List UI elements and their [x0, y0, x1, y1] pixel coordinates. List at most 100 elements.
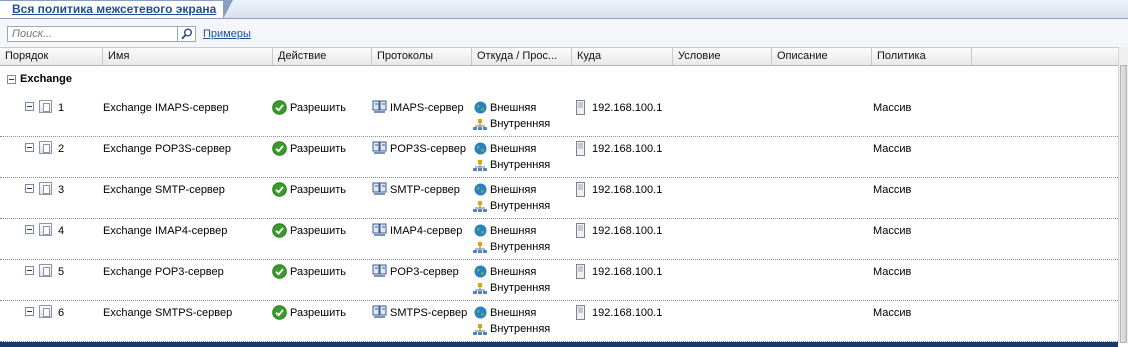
- globe-icon: [474, 101, 487, 117]
- rule-from-external: Внешняя: [490, 184, 537, 196]
- column-header-order[interactable]: Порядок: [0, 48, 103, 65]
- search-bar: Примеры: [0, 19, 1128, 47]
- rule-action: Разрешить: [290, 225, 346, 237]
- rule-policy: Массив: [873, 225, 912, 237]
- collapse-icon[interactable]: [25, 143, 34, 152]
- rule-policy: Массив: [873, 143, 912, 155]
- rule-action: Разрешить: [290, 266, 346, 278]
- table-row[interactable]: 5 Exchange POP3-сервер Разрешить POP3-серве…: [0, 259, 1118, 301]
- table-row[interactable]: 1 Exchange IMAPS-сервер Разрешить IMAPS-сер…: [0, 95, 1118, 137]
- rule-name: Exchange SMTPS-сервер: [103, 307, 233, 319]
- network-icon: [473, 283, 487, 298]
- protocol-icon: [372, 182, 388, 199]
- rule-from-internal: Внутренняя: [490, 282, 551, 294]
- column-header-name[interactable]: Имя: [103, 48, 273, 65]
- collapse-icon[interactable]: [25, 184, 34, 193]
- column-header-protocols[interactable]: Протоколы: [372, 48, 472, 65]
- examples-link[interactable]: Примеры: [203, 28, 251, 40]
- rule-action: Разрешить: [290, 102, 346, 114]
- rule-protocol: SMTPS-сервер: [390, 307, 468, 319]
- rule-document-icon: [39, 264, 52, 277]
- tab-firewall-policy[interactable]: Вся политика межсетевого экрана: [0, 0, 233, 19]
- network-icon: [473, 324, 487, 339]
- network-icon: [473, 119, 487, 134]
- rule-policy: Массив: [873, 102, 912, 114]
- rule-from-internal: Внутренняя: [490, 323, 551, 335]
- table-row[interactable]: 3 Exchange SMTP-сервер Разрешить SMTP-серве…: [0, 177, 1118, 219]
- table-row[interactable]: 6 Exchange SMTPS-сервер Разрешить SMTPS-сер…: [0, 300, 1118, 342]
- search-button[interactable]: [177, 26, 196, 42]
- group-row-exchange[interactable]: Exchange: [0, 72, 1118, 88]
- magnifier-icon: [181, 28, 192, 40]
- server-icon: [576, 305, 585, 323]
- rule-order: 6: [58, 307, 65, 319]
- rule-action: Разрешить: [290, 184, 346, 196]
- rule-document-icon: [39, 182, 52, 195]
- server-icon: [576, 141, 585, 159]
- rule-policy: Массив: [873, 184, 912, 196]
- collapse-icon[interactable]: [25, 307, 34, 316]
- rule-from-external: Внешняя: [490, 266, 537, 278]
- rule-protocol: IMAP4-сервер: [390, 225, 463, 237]
- tab-firewall-policy-label[interactable]: Вся политика межсетевого экрана: [12, 2, 216, 16]
- bottom-border: [0, 342, 1118, 347]
- group-title: Exchange: [20, 73, 72, 85]
- rule-from-internal: Внутренняя: [490, 200, 551, 212]
- rule-to: 192.168.100.1: [592, 102, 663, 114]
- rule-order: 4: [58, 225, 65, 237]
- rule-protocol: POP3-сервер: [390, 266, 459, 278]
- protocol-icon: [372, 223, 388, 240]
- scrollbar-thumb[interactable]: [1120, 65, 1127, 343]
- column-header-policy[interactable]: Политика: [872, 48, 972, 65]
- protocol-icon: [372, 264, 388, 281]
- green-check-icon: [272, 223, 287, 241]
- rule-name: Exchange SMTP-сервер: [103, 184, 225, 196]
- rule-order: 2: [58, 143, 65, 155]
- rule-document-icon: [39, 305, 52, 318]
- server-icon: [576, 223, 585, 241]
- rule-from-external: Внешняя: [490, 307, 537, 319]
- protocol-icon: [372, 305, 388, 322]
- table-row[interactable]: 4 Exchange IMAP4-сервер Разрешить IMAP4-сер…: [0, 218, 1118, 260]
- collapse-icon[interactable]: [25, 225, 34, 234]
- rule-from-external: Внешняя: [490, 225, 537, 237]
- green-check-icon: [272, 305, 287, 323]
- column-header-condition[interactable]: Условие: [673, 48, 772, 65]
- globe-icon: [474, 142, 487, 158]
- rule-name: Exchange IMAP4-сервер: [103, 225, 228, 237]
- collapse-icon[interactable]: [7, 75, 16, 84]
- rule-to: 192.168.100.1: [592, 143, 663, 155]
- table-row[interactable]: 2 Exchange POP3S-сервер Разрешить POP3S-сер…: [0, 136, 1118, 178]
- green-check-icon: [272, 100, 287, 118]
- globe-icon: [474, 183, 487, 199]
- rule-from-internal: Внутренняя: [490, 118, 551, 130]
- rule-to: 192.168.100.1: [592, 184, 663, 196]
- rule-from-external: Внешняя: [490, 143, 537, 155]
- rule-from-internal: Внутренняя: [490, 241, 551, 253]
- rule-order: 1: [58, 102, 65, 114]
- rule-order: 5: [58, 266, 65, 278]
- column-header-to[interactable]: Куда: [572, 48, 673, 65]
- rule-to: 192.168.100.1: [592, 225, 663, 237]
- tab-strip: Вся политика межсетевого экрана: [0, 0, 1128, 19]
- network-icon: [473, 160, 487, 175]
- globe-icon: [474, 306, 487, 322]
- rule-document-icon: [39, 100, 52, 113]
- server-icon: [576, 100, 585, 118]
- rule-document-icon: [39, 141, 52, 154]
- collapse-icon[interactable]: [25, 102, 34, 111]
- green-check-icon: [272, 141, 287, 159]
- rule-protocol: POP3S-сервер: [390, 143, 467, 155]
- green-check-icon: [272, 182, 287, 200]
- rule-name: Exchange POP3-сервер: [103, 266, 224, 278]
- column-header-action[interactable]: Действие: [273, 48, 372, 65]
- collapse-icon[interactable]: [25, 266, 34, 275]
- column-header-description[interactable]: Описание: [772, 48, 872, 65]
- vertical-scrollbar[interactable]: [1118, 47, 1128, 343]
- search-input[interactable]: [7, 26, 177, 42]
- network-icon: [473, 201, 487, 216]
- column-header-from[interactable]: Откуда / Прос...: [472, 48, 572, 65]
- rule-to: 192.168.100.1: [592, 307, 663, 319]
- rule-action: Разрешить: [290, 307, 346, 319]
- rule-protocol: SMTP-сервер: [390, 184, 460, 196]
